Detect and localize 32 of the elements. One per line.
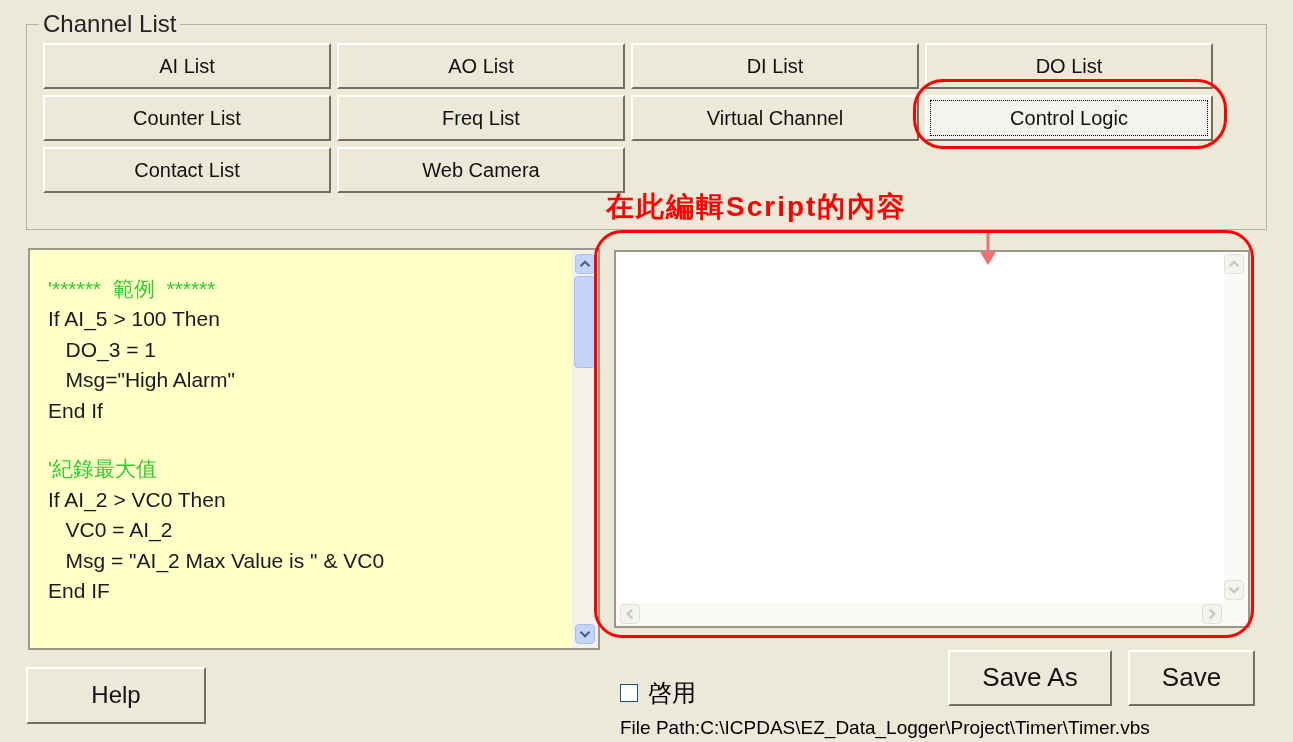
save-button[interactable]: Save xyxy=(1128,649,1255,706)
scrollbar-thumb[interactable] xyxy=(574,275,596,368)
channel-button[interactable]: Counter List xyxy=(43,95,331,141)
scroll-down-icon[interactable] xyxy=(575,623,595,644)
scroll-right-icon[interactable] xyxy=(1202,603,1222,624)
code-line: End IF xyxy=(48,578,111,604)
channel-button[interactable]: Control Logic xyxy=(925,95,1213,141)
file-path-text: File Path:C:\ICPDAS\EZ_Data_Logger\Project\Timer\Timer.vbs xyxy=(620,715,1151,741)
scroll-up-icon[interactable] xyxy=(575,253,595,274)
channel-button[interactable]: Freq List xyxy=(337,95,625,141)
channel-button[interactable]: Contact List xyxy=(43,147,331,193)
code-line: End If xyxy=(48,397,104,424)
checkbox[interactable] xyxy=(620,683,638,702)
code-line: VC0 = AI_2 xyxy=(64,517,174,544)
code-line: Msg="High Alarm" xyxy=(64,367,237,393)
help-button[interactable]: Help xyxy=(26,666,206,724)
scroll-left-icon[interactable] xyxy=(620,603,640,624)
channel-button[interactable]: Web Camera xyxy=(337,147,625,193)
channel-button[interactable]: Virtual Channel xyxy=(631,95,919,141)
code-line: Msg = "AI_2 Max Value is " & VC0 xyxy=(64,547,386,575)
code-line: DO_3 = 1 xyxy=(64,336,157,364)
code-comment: '****** 範例 ****** xyxy=(48,275,217,302)
code-line: If AI_2 > VC0 Then xyxy=(48,486,227,514)
checkbox-label: 啓用 xyxy=(648,677,696,708)
channel-button[interactable]: AO List xyxy=(337,43,625,89)
channel-button[interactable]: DI List xyxy=(631,43,919,89)
code-comment: '紀錄最大值 xyxy=(48,456,158,482)
channel-button[interactable]: AI List xyxy=(43,43,331,89)
save-as-button[interactable]: Save As xyxy=(948,649,1112,706)
channel-button[interactable]: DO List xyxy=(925,43,1213,89)
code-line: If AI_5 > 100 Then xyxy=(48,306,221,333)
annotation-arrow-icon xyxy=(978,231,998,266)
